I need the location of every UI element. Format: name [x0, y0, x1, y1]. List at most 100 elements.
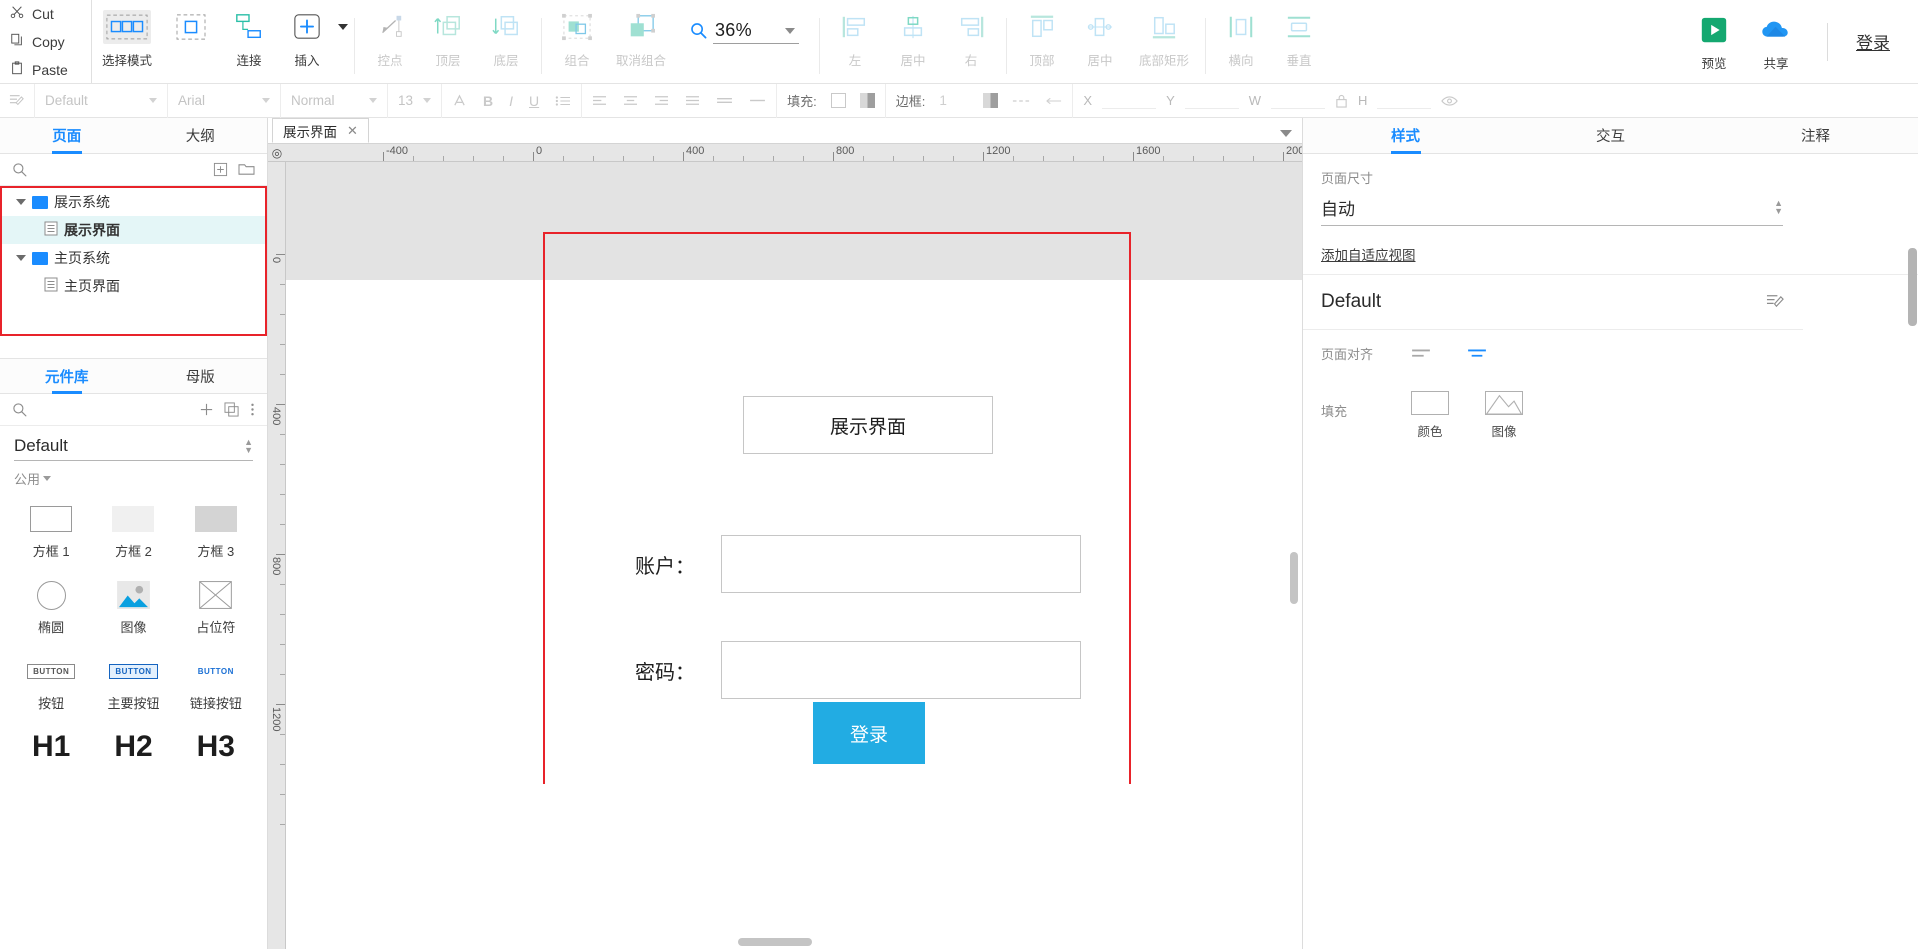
style-name-select[interactable]: Default [35, 83, 168, 118]
select-mode-button[interactable]: 选择模式 [92, 8, 162, 69]
share-button[interactable]: 共享 [1747, 11, 1805, 72]
widget-image[interactable]: 图像 [92, 572, 174, 646]
bullet-list-icon[interactable] [555, 94, 571, 108]
tab-widget-library[interactable]: 元件库 [0, 359, 134, 393]
tab-style[interactable]: 样式 [1303, 118, 1508, 154]
distribute-horizontal-button[interactable]: 横向 [1212, 8, 1270, 69]
align-top-button[interactable]: 顶部 [1013, 8, 1071, 69]
tree-page-home-ui[interactable]: 主页界面 [2, 272, 265, 300]
right-panel-scroll-thumb[interactable] [1908, 248, 1917, 326]
add-page-icon[interactable] [213, 162, 228, 177]
widget-placeholder[interactable]: 占位符 [175, 572, 257, 646]
font-size-select[interactable]: 13 [388, 83, 442, 118]
font-family-select[interactable]: Arial [168, 83, 281, 118]
insert-button[interactable]: 插入 [278, 8, 336, 69]
widget-primary-button[interactable]: BUTTON 主要按钮 [92, 648, 174, 722]
distribute-vertical-button[interactable]: 垂直 [1270, 8, 1328, 69]
copy-button[interactable]: Copy [10, 29, 91, 55]
edit-style-icon[interactable] [1766, 292, 1785, 313]
underline-icon[interactable]: U [529, 93, 539, 109]
canvas-vscroll-thumb[interactable] [1290, 552, 1298, 604]
w-input[interactable] [1271, 93, 1326, 109]
widget-ellipse[interactable]: 椭圆 [10, 572, 92, 646]
ruler-origin-icon[interactable]: ◎ [268, 144, 286, 161]
mock-password-input[interactable] [721, 641, 1081, 699]
artboard-page[interactable]: 展示界面 账户： 密码： 登录 [545, 280, 1129, 784]
align-text-left-icon[interactable] [592, 94, 607, 107]
page-size-select[interactable]: 自动 ▲ ▼ [1321, 195, 1783, 226]
paste-button[interactable]: Paste [10, 57, 91, 83]
connect-button[interactable]: 连接 [220, 8, 278, 69]
stepper-icon[interactable]: ▲ ▼ [1774, 199, 1783, 216]
widget-h1[interactable]: H1 [10, 724, 92, 772]
horizontal-ruler[interactable]: ◎ -400 0 400 800 1200 1600 2000 [268, 144, 1302, 162]
border-style-icon[interactable] [1012, 96, 1030, 106]
align-middle-button[interactable]: 居中 [1071, 8, 1129, 69]
single-line-icon[interactable] [749, 94, 766, 107]
style-editor-button[interactable] [0, 83, 35, 118]
login-link[interactable]: 登录 [1850, 29, 1896, 54]
fill-image-option[interactable]: 图像 [1485, 391, 1523, 440]
h-input[interactable] [1377, 93, 1432, 109]
tree-folder-display-system[interactable]: 展示系统 [2, 188, 265, 216]
library-group-header[interactable]: 公用 [14, 469, 253, 488]
align-left-button[interactable]: 左 [826, 8, 884, 69]
widget-button[interactable]: BUTTON 按钮 [10, 648, 92, 722]
lock-aspect-icon[interactable] [1335, 94, 1348, 108]
x-input[interactable] [1102, 93, 1157, 109]
page-style-row[interactable]: Default [1303, 275, 1803, 330]
chevron-down-icon[interactable] [785, 27, 795, 34]
library-more-icon[interactable] [250, 402, 255, 417]
y-input[interactable] [1184, 93, 1239, 109]
handle-button[interactable]: 控点 [361, 8, 419, 69]
zoom-field[interactable]: 36% [713, 20, 799, 44]
search-icon[interactable] [12, 162, 27, 177]
group-button[interactable]: 组合 [548, 8, 606, 69]
canvas-viewport[interactable]: 展示界面 账户： 密码： 登录 [286, 162, 1302, 949]
border-width-value[interactable]: 1 [939, 93, 969, 108]
canvas-tab-dropdown-icon[interactable] [1280, 130, 1292, 137]
tab-interaction[interactable]: 交互 [1508, 118, 1713, 153]
widget-h2[interactable]: H2 [92, 724, 174, 772]
align-text-center-icon[interactable] [623, 94, 638, 107]
tab-pages[interactable]: 页面 [0, 118, 134, 153]
align-text-justify-icon[interactable] [685, 94, 700, 107]
border-color-swatch[interactable] [983, 93, 999, 108]
artboard-selection[interactable]: 展示界面 账户： 密码： 登录 [543, 232, 1131, 784]
caret-down-icon[interactable] [16, 199, 26, 205]
duplicate-library-icon[interactable] [224, 402, 240, 417]
search-icon[interactable] [12, 402, 27, 417]
tab-masters[interactable]: 母版 [134, 359, 268, 393]
page-align-center-icon[interactable] [1467, 346, 1487, 362]
caret-down-icon[interactable] [16, 255, 26, 261]
stepper-icon[interactable]: ▲ ▼ [244, 437, 253, 454]
tree-page-display-ui[interactable]: 展示界面 [2, 216, 265, 244]
library-select[interactable]: Default ▲ ▼ [14, 436, 253, 461]
marquee-button[interactable] [162, 8, 220, 50]
font-color-icon[interactable] [452, 93, 467, 108]
tab-outline[interactable]: 大纲 [134, 118, 268, 153]
mock-title-box[interactable]: 展示界面 [743, 396, 993, 454]
add-folder-icon[interactable] [238, 162, 255, 177]
mock-login-button[interactable]: 登录 [813, 702, 925, 764]
preview-button[interactable]: 预览 [1685, 11, 1743, 72]
add-adaptive-view-link[interactable]: 添加自适应视图 [1321, 244, 1416, 264]
ungroup-button[interactable]: 取消组合 [606, 8, 676, 69]
send-to-back-button[interactable]: 底层 [477, 8, 535, 69]
page-align-left-icon[interactable] [1411, 346, 1431, 362]
vertical-ruler[interactable]: 0 400 800 1200 [268, 162, 286, 949]
align-bottom-button[interactable]: 底部矩形 [1129, 8, 1199, 69]
arrow-style-icon[interactable] [1044, 96, 1062, 106]
line-spacing-icon[interactable] [716, 94, 733, 107]
zoom-control[interactable]: 36% [690, 20, 799, 44]
canvas-vscrollbar[interactable] [1290, 162, 1300, 949]
italic-icon[interactable]: I [509, 93, 513, 109]
widget-link-button[interactable]: BUTTON 链接按钮 [175, 648, 257, 722]
align-center-button[interactable]: 居中 [884, 8, 942, 69]
cut-button[interactable]: Cut [10, 1, 91, 27]
widget-box3[interactable]: 方框 3 [175, 496, 257, 570]
align-text-right-icon[interactable] [654, 94, 669, 107]
bold-icon[interactable]: B [483, 93, 493, 109]
insert-dropdown-caret[interactable] [338, 24, 348, 30]
widget-h3[interactable]: H3 [175, 724, 257, 772]
